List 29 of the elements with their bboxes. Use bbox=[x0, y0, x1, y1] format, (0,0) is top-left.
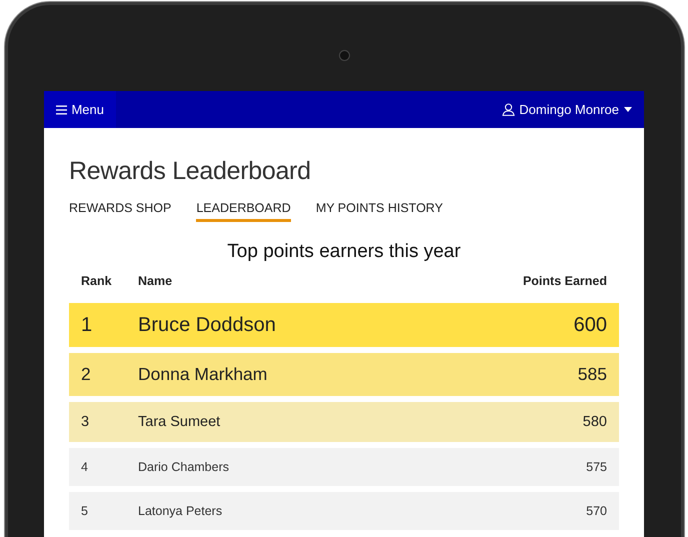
nav-tab[interactable]: REWARDS SHOP bbox=[69, 198, 172, 222]
caret-icon bbox=[624, 107, 632, 112]
rank-cell-text: 4 bbox=[81, 460, 89, 474]
leaderboard-title: Top points earners this year bbox=[226, 240, 462, 264]
menu-button[interactable]: Menu bbox=[44, 91, 116, 128]
points-cell: 580 bbox=[582, 414, 607, 430]
name-cell-text: Latonya Peters bbox=[138, 504, 224, 518]
points-cell: 585 bbox=[578, 364, 607, 385]
points-cell: 600 bbox=[574, 314, 607, 336]
rank-cell-text: 3 bbox=[81, 414, 90, 430]
page-title: Rewards Leaderboard bbox=[69, 156, 312, 187]
user-menu-button[interactable]: Domingo Monroe bbox=[502, 91, 644, 128]
rank-cell-text: 2 bbox=[81, 364, 92, 385]
nav-tab[interactable]: MY POINTS HISTORY bbox=[316, 198, 443, 222]
name-cell-text: Donna Markham bbox=[138, 364, 268, 385]
menu-icon bbox=[56, 104, 68, 114]
points-cell: 570 bbox=[586, 504, 607, 518]
column-header: Points Earned bbox=[522, 274, 607, 288]
column-header: Rank bbox=[81, 274, 113, 288]
rank-cell-text: 1 bbox=[81, 314, 94, 336]
points-cell: 575 bbox=[586, 460, 607, 474]
camera-icon bbox=[339, 50, 350, 61]
name-cell-text: Tara Sumeet bbox=[138, 414, 222, 430]
rank-cell-text: 5 bbox=[81, 504, 89, 518]
nav-tab[interactable]: LEADERBOARD bbox=[196, 198, 291, 222]
name-cell-text: Dario Chambers bbox=[138, 460, 230, 474]
user-icon bbox=[502, 103, 516, 116]
name-cell-text: Bruce Doddson bbox=[138, 314, 277, 336]
column-header: Name bbox=[138, 274, 174, 288]
